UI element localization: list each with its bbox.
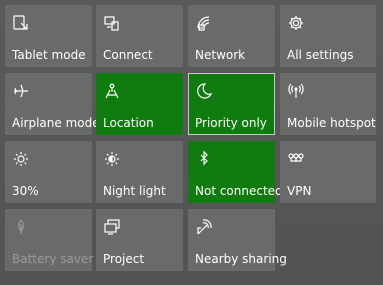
network-tile[interactable]: Network <box>188 5 275 67</box>
mobile-hotspot-icon <box>287 82 305 100</box>
nearby-sharing-tile[interactable]: Nearby sharing <box>188 209 287 271</box>
brightness-icon <box>12 150 30 168</box>
tile-label: Network <box>195 48 246 62</box>
network-icon <box>195 14 213 32</box>
tile-label: Project <box>103 252 145 266</box>
brightness-tile[interactable]: 30% <box>5 141 92 203</box>
gear-icon <box>287 14 305 32</box>
airplane-mode-tile[interactable]: Airplane mode <box>5 73 100 135</box>
tile-label: Priority only <box>195 116 267 130</box>
tablet-mode-tile[interactable]: Tablet mode <box>5 5 92 67</box>
tablet-mode-icon <box>12 14 30 32</box>
vpn-tile[interactable]: VPN <box>280 141 376 203</box>
battery-saver-icon <box>12 218 30 236</box>
night-light-tile[interactable]: Night light <box>96 141 183 203</box>
airplane-icon <box>12 82 30 100</box>
battery-saver-tile: Battery saver <box>5 209 94 271</box>
tile-label: VPN <box>287 184 312 198</box>
quick-actions-panel: Tablet mode Connect Network All settings… <box>0 0 383 285</box>
connect-tile[interactable]: Connect <box>96 5 183 67</box>
nearby-sharing-icon <box>195 218 213 236</box>
bluetooth-tile[interactable]: Not connected <box>188 141 283 203</box>
moon-icon <box>195 82 213 100</box>
all-settings-tile[interactable]: All settings <box>280 5 376 67</box>
tile-label: Mobile hotspot <box>287 116 376 130</box>
tile-label: 30% <box>12 184 39 198</box>
tile-label: Night light <box>103 184 166 198</box>
project-tile[interactable]: Project <box>96 209 183 271</box>
tile-label: Location <box>103 116 154 130</box>
tile-label: Nearby sharing <box>195 252 287 266</box>
tile-label: Battery saver <box>12 252 94 266</box>
tile-label: Connect <box>103 48 153 62</box>
tile-label: Tablet mode <box>12 48 86 62</box>
connect-icon <box>103 14 121 32</box>
priority-only-tile[interactable]: Priority only <box>188 73 275 135</box>
night-light-icon <box>103 150 121 168</box>
tile-label: All settings <box>287 48 354 62</box>
vpn-icon <box>287 150 305 168</box>
location-tile[interactable]: Location <box>96 73 183 135</box>
mobile-hotspot-tile[interactable]: Mobile hotspot <box>280 73 376 135</box>
bluetooth-icon <box>195 150 213 168</box>
tile-label: Not connected <box>195 184 283 198</box>
tile-label: Airplane mode <box>12 116 100 130</box>
project-icon <box>103 218 121 236</box>
location-icon <box>103 82 121 100</box>
